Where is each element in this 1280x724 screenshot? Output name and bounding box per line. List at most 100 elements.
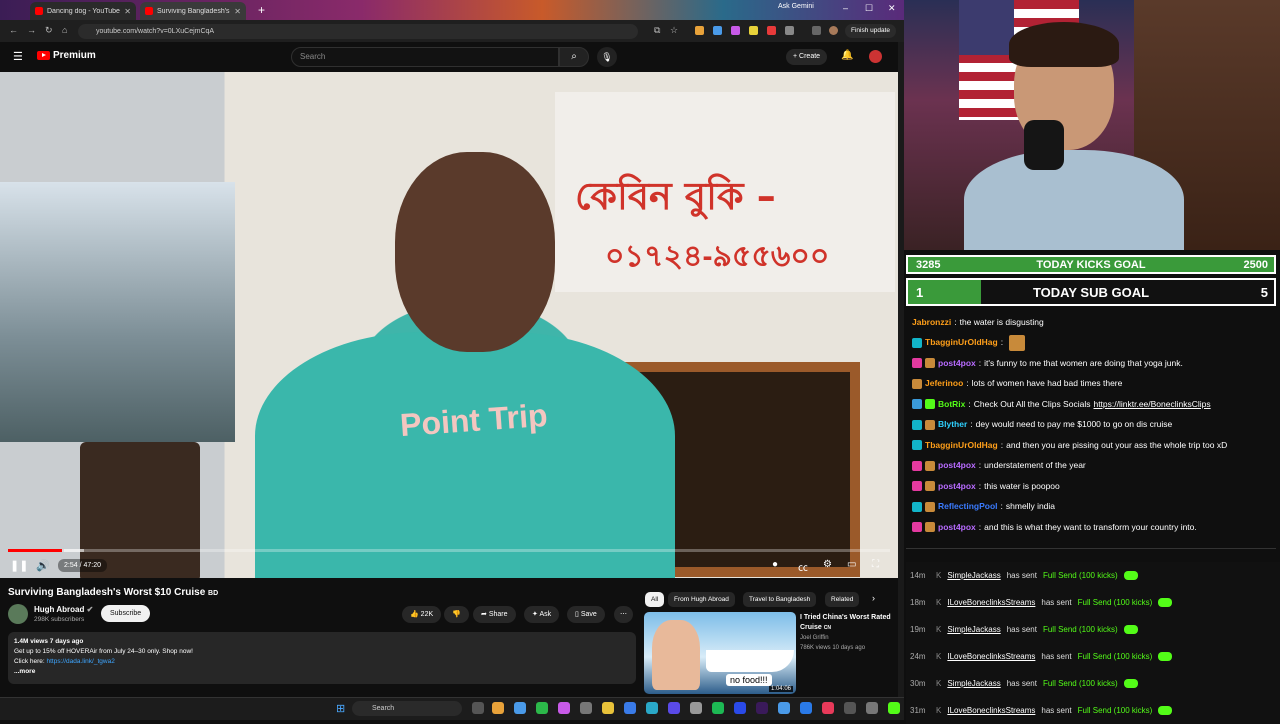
premiere-icon[interactable] — [756, 702, 768, 714]
sidebar-icon[interactable] — [812, 26, 821, 35]
new-tab-icon[interactable]: + — [258, 3, 265, 17]
bookmark-star-icon[interactable]: ☆ — [670, 25, 678, 36]
minimize-icon[interactable]: – — [843, 3, 848, 13]
chat-username[interactable]: BotRix — [938, 397, 965, 412]
chat-username[interactable]: post4pox — [938, 479, 976, 494]
search-icon[interactable]: ⌕ — [559, 47, 589, 67]
install-icon[interactable]: ⧉ — [654, 25, 660, 36]
chat-username[interactable]: Jabronzzi — [912, 315, 951, 330]
chat-username[interactable]: ReflectingPool — [938, 499, 998, 514]
chevron-right-icon[interactable]: › — [872, 593, 875, 603]
finish-update-button[interactable]: Finish update — [845, 24, 897, 38]
extension-icon[interactable] — [749, 26, 758, 35]
create-button[interactable]: + Create — [786, 49, 828, 65]
url-input[interactable]: youtube.com/watch?v=0LXuCejmCqA — [78, 24, 638, 39]
taskbar-app-icon[interactable] — [690, 702, 702, 714]
extension-icon[interactable] — [731, 26, 740, 35]
back-icon[interactable]: ← — [9, 25, 18, 35]
taskbar-app-icon[interactable] — [866, 702, 878, 714]
maximize-icon[interactable]: ☐ — [865, 3, 873, 14]
related-channel[interactable]: Joel Griffin — [800, 635, 829, 641]
miniplayer-icon[interactable]: ▭ — [847, 559, 856, 570]
chip-all[interactable]: All — [645, 592, 665, 607]
chat-username[interactable]: post4pox — [938, 458, 976, 473]
channel-name[interactable]: Hugh Abroad ✔ — [34, 605, 93, 614]
menu-hamburger-icon[interactable]: ☰ — [13, 50, 23, 63]
taskbar-app-icon[interactable] — [536, 702, 548, 714]
taskbar-app-icon[interactable] — [778, 702, 790, 714]
spotify-icon[interactable] — [712, 702, 724, 714]
task-view-icon[interactable] — [472, 702, 484, 714]
search-input[interactable]: Search — [291, 47, 559, 67]
taskbar-app-icon[interactable] — [580, 702, 592, 714]
taskbar-app-icon[interactable] — [822, 702, 834, 714]
share-button[interactable]: ➦ Share — [473, 606, 516, 623]
fullscreen-icon[interactable]: ⛶ — [872, 559, 879, 570]
close-tab-icon[interactable]: ✕ — [124, 7, 131, 16]
chip-travel[interactable]: Travel to Bangladesh — [743, 592, 817, 607]
windows-start-icon[interactable]: ⊞ — [336, 702, 345, 715]
taskbar-app-icon[interactable] — [844, 702, 856, 714]
taskbar-app-icon[interactable] — [558, 702, 570, 714]
progress-bar[interactable] — [8, 549, 890, 552]
subscribe-button[interactable]: Subscribe — [101, 605, 151, 622]
chat-username[interactable]: post4pox — [938, 356, 976, 371]
close-window-icon[interactable]: ✕ — [888, 3, 896, 14]
chip-from-channel[interactable]: From Hugh Abroad — [668, 592, 735, 607]
chat-username[interactable]: post4pox — [938, 520, 976, 535]
chat-username[interactable]: Jeferinoo — [925, 376, 963, 391]
event-username[interactable]: SimpleJackass — [947, 571, 1000, 580]
event-username[interactable]: ILoveBoneclinksStreams — [947, 598, 1035, 607]
home-icon[interactable]: ⌂ — [62, 25, 67, 35]
chat-link[interactable]: https://linktr.ee/BoneclinksClips — [1093, 397, 1210, 412]
taskbar-app-icon[interactable] — [734, 702, 746, 714]
captions-icon[interactable]: ㏄ — [798, 559, 808, 574]
taskbar-app-icon[interactable] — [800, 702, 812, 714]
save-button[interactable]: ▯ Save — [567, 606, 605, 623]
event-username[interactable]: ILoveBoneclinksStreams — [947, 652, 1035, 661]
pause-icon[interactable]: ❚❚ — [10, 559, 28, 572]
reload-icon[interactable]: ↻ — [45, 25, 53, 36]
volume-icon[interactable]: 🔊 — [36, 559, 50, 572]
taskbar-app-icon[interactable] — [492, 702, 504, 714]
related-title[interactable]: I Tried China's Worst Rated Cruise CN — [800, 613, 896, 633]
description-box[interactable]: 1.4M views 7 days ago Get up to 15% off … — [8, 632, 636, 684]
video-player[interactable]: কেবিন বুকি – ০১৭২৪-৯৫৫৬০০ Point Trip — [0, 72, 898, 578]
related-thumbnail[interactable]: no food!!! 1:04:06 — [644, 612, 796, 694]
channel-avatar[interactable] — [8, 604, 28, 624]
account-avatar[interactable] — [869, 50, 882, 63]
event-username[interactable]: SimpleJackass — [947, 679, 1000, 688]
chat-username[interactable]: TbagginUrOldHag — [925, 438, 998, 453]
youtube-logo[interactable]: Premium — [37, 50, 96, 61]
ask-button[interactable]: ✦ Ask — [524, 606, 560, 623]
file-explorer-icon[interactable] — [602, 702, 614, 714]
autoplay-toggle-icon[interactable]: ● — [772, 559, 778, 570]
extension-icon[interactable] — [767, 26, 776, 35]
extensions-puzzle-icon[interactable] — [785, 26, 794, 35]
like-button[interactable]: 👍 22K — [402, 606, 442, 623]
show-more-link[interactable]: ...more — [14, 667, 630, 677]
extension-icon[interactable] — [713, 26, 722, 35]
description-link[interactable]: https://dada.link/_tgwa2 — [47, 658, 115, 665]
chat-username[interactable]: TbagginUrOldHag — [925, 335, 998, 350]
taskbar-app-icon[interactable] — [646, 702, 658, 714]
kick-app-icon[interactable] — [888, 702, 900, 714]
more-actions-icon[interactable]: ⋯ — [614, 606, 633, 623]
forward-icon[interactable]: → — [27, 25, 36, 35]
taskbar-app-icon[interactable] — [624, 702, 636, 714]
dislike-button[interactable]: 👎 — [444, 606, 469, 623]
profile-avatar[interactable] — [829, 26, 838, 35]
taskbar-search[interactable]: Search — [352, 701, 462, 716]
settings-gear-icon[interactable]: ⚙ — [823, 559, 832, 570]
tab-surviving-bangladesh[interactable]: Surviving Bangladesh's Wo... ✕ — [140, 2, 246, 20]
taskbar-app-icon[interactable] — [514, 702, 526, 714]
extension-icon[interactable] — [695, 26, 704, 35]
chip-related[interactable]: Related — [825, 592, 860, 607]
microphone-icon[interactable]: 🎙 — [597, 47, 617, 67]
event-username[interactable]: SimpleJackass — [947, 625, 1000, 634]
ask-gemini-button[interactable]: Ask Gemini — [778, 3, 814, 10]
chat-username[interactable]: Blyther — [938, 417, 967, 432]
tab-dancing-dog[interactable]: Dancing dog - YouTube ✕ — [30, 2, 136, 20]
notifications-bell-icon[interactable]: 🔔 — [841, 50, 853, 61]
event-username[interactable]: ILoveBoneclinksStreams — [947, 706, 1035, 715]
